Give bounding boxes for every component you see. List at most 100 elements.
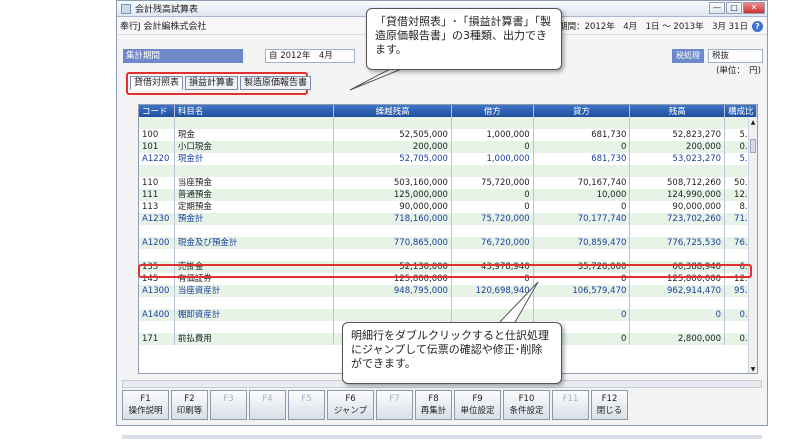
cell-balance: 200,000	[630, 141, 726, 153]
cell-account	[175, 249, 335, 261]
cell-balance: 776,725,530	[630, 237, 726, 249]
scroll-up-icon[interactable]: ▲	[749, 119, 757, 126]
function-key-bar: F1 操作説明 F2 印刷等 F3 F4 F5 F6 ジャンプ F7 F8 再集計 F9 単位設定 F10 条…	[122, 390, 766, 422]
tab-income-statement[interactable]: 損益計算書	[185, 76, 239, 90]
table-row[interactable]	[139, 117, 757, 129]
cell-credit: 106,579,470	[534, 285, 631, 297]
cell-balance: 508,712,260	[630, 177, 726, 189]
fkey-code: F8	[428, 394, 439, 404]
cell-balance	[630, 165, 726, 177]
cell-carry: 90,000,000	[334, 201, 452, 213]
col-debit[interactable]: 借方	[452, 105, 534, 117]
cell-code: 111	[139, 189, 175, 201]
fkey-f1[interactable]: F1 操作説明	[122, 390, 169, 420]
fkey-code: F5	[301, 394, 312, 404]
cell-account	[175, 321, 335, 333]
fkey-f12[interactable]: F12 閉じる	[591, 390, 628, 420]
table-row[interactable]	[139, 249, 757, 261]
col-code[interactable]: コード	[139, 105, 175, 117]
cell-credit: 70,177,740	[534, 213, 631, 225]
table-row[interactable]: A1220 現金計 52,705,000 1,000,000 681,730 53,023…	[139, 153, 757, 165]
cell-credit	[534, 249, 631, 261]
cell-balance	[630, 321, 726, 333]
cell-code	[139, 225, 175, 237]
cell-balance: 723,702,260	[630, 213, 726, 225]
cell-account: 前払費用	[175, 333, 335, 345]
col-carry[interactable]: 繰越残高	[334, 105, 452, 117]
tab-manufacturing-cost[interactable]: 製造原価報告書	[240, 76, 312, 90]
table-row[interactable]: 111 普通預金 125,000,000 0 10,000 124,990,000 12.3	[139, 189, 757, 201]
window-controls: — □ ✕	[709, 2, 765, 14]
col-credit[interactable]: 貸方	[534, 105, 631, 117]
table-row[interactable]: 110 当座預金 503,160,000 75,720,000 70,167,740 50…	[139, 177, 757, 189]
cell-account: 定期預金	[175, 201, 335, 213]
cell-account: 現金	[175, 129, 335, 141]
table-row[interactable]: A1200 現金及び預金計 770,865,000 76,720,000 70,859,…	[139, 237, 757, 249]
cell-balance: 124,990,000	[630, 189, 726, 201]
cell-code: 171	[139, 333, 175, 345]
cell-code	[139, 117, 175, 129]
table-row[interactable]	[139, 297, 757, 309]
fkey-f8[interactable]: F8 再集計	[415, 390, 452, 420]
tax-label: 税処理	[672, 49, 704, 63]
fkey-f10[interactable]: F10 条件設定	[503, 390, 550, 420]
close-button[interactable]: ✕	[743, 2, 765, 14]
cell-credit	[534, 165, 631, 177]
cell-account: 小口現金	[175, 141, 335, 153]
cell-balance: 53,023,270	[630, 153, 726, 165]
cell-code: A1200	[139, 237, 175, 249]
fkey-f7: F7	[376, 390, 413, 420]
period-value: 自 2012年 4月	[265, 49, 355, 63]
table-row[interactable]: 100 現金 52,505,000 1,000,000 681,730 52,823,27…	[139, 129, 757, 141]
table-row[interactable]: A1300 当座資産計 948,795,000 120,698,940 106,579,…	[139, 285, 757, 297]
cell-carry	[334, 249, 452, 261]
fkey-f11: F11	[552, 390, 589, 420]
fkey-code: F12	[601, 394, 618, 404]
cell-code: A1400	[139, 309, 175, 321]
cell-debit	[452, 309, 534, 321]
minimize-button[interactable]: —	[709, 2, 725, 14]
scroll-down-icon[interactable]: ▼	[749, 366, 757, 373]
cell-code: A1300	[139, 285, 175, 297]
fkey-f9[interactable]: F9 単位設定	[454, 390, 501, 420]
cell-code	[139, 249, 175, 261]
cell-balance: 0	[630, 309, 726, 321]
col-balance[interactable]: 残高	[630, 105, 726, 117]
col-ratio[interactable]: 構成比	[725, 105, 757, 117]
scroll-thumb[interactable]	[750, 139, 756, 153]
cell-credit: 10,000	[534, 189, 631, 201]
cell-credit: 0	[534, 201, 631, 213]
maximize-button[interactable]: □	[726, 2, 742, 14]
cell-debit: 76,720,000	[452, 237, 534, 249]
tab-balance-sheet[interactable]: 貸借対照表	[130, 76, 184, 90]
vertical-scrollbar[interactable]: ▲ ▼	[748, 117, 757, 373]
table-row[interactable]: 113 定期預金 90,000,000 0 0 90,000,000 8.9	[139, 201, 757, 213]
fkey-code: F1	[140, 394, 151, 404]
fkey-code: F6	[345, 394, 356, 404]
cell-code: 110	[139, 177, 175, 189]
table-row[interactable]	[139, 165, 757, 177]
cell-credit: 681,730	[534, 129, 631, 141]
cell-account	[175, 297, 335, 309]
cell-credit: 70,167,740	[534, 177, 631, 189]
cell-balance: 962,914,470	[630, 285, 726, 297]
table-row[interactable]: A1400 棚卸資産計 0 0 0.0	[139, 309, 757, 321]
row-highlight	[138, 264, 752, 278]
status-strip	[122, 435, 762, 439]
table-row[interactable]: A1230 預金計 718,160,000 75,720,000 70,177,740 7…	[139, 213, 757, 225]
fkey-f2[interactable]: F2 印刷等	[171, 390, 208, 420]
cell-code: A1230	[139, 213, 175, 225]
cell-carry	[334, 297, 452, 309]
table-row[interactable]	[139, 225, 757, 237]
cell-account	[175, 165, 335, 177]
company-name: 奉行J 会計編株式会社	[120, 22, 207, 32]
help-icon[interactable]: ?	[752, 20, 763, 32]
cell-balance: 2,800,000	[630, 333, 726, 345]
fiscal-period-text: 会計期間：2012年 4月 1日 ～ 2013年 3月 31日	[542, 22, 748, 32]
cell-carry: 770,865,000	[334, 237, 452, 249]
fkey-f6[interactable]: F6 ジャンプ	[327, 390, 374, 420]
cell-account: 当座預金	[175, 177, 335, 189]
table-row[interactable]: 101 小口現金 200,000 0 0 200,000 0.0	[139, 141, 757, 153]
col-account[interactable]: 科目名	[175, 105, 335, 117]
tax-value: 税抜	[708, 49, 763, 63]
